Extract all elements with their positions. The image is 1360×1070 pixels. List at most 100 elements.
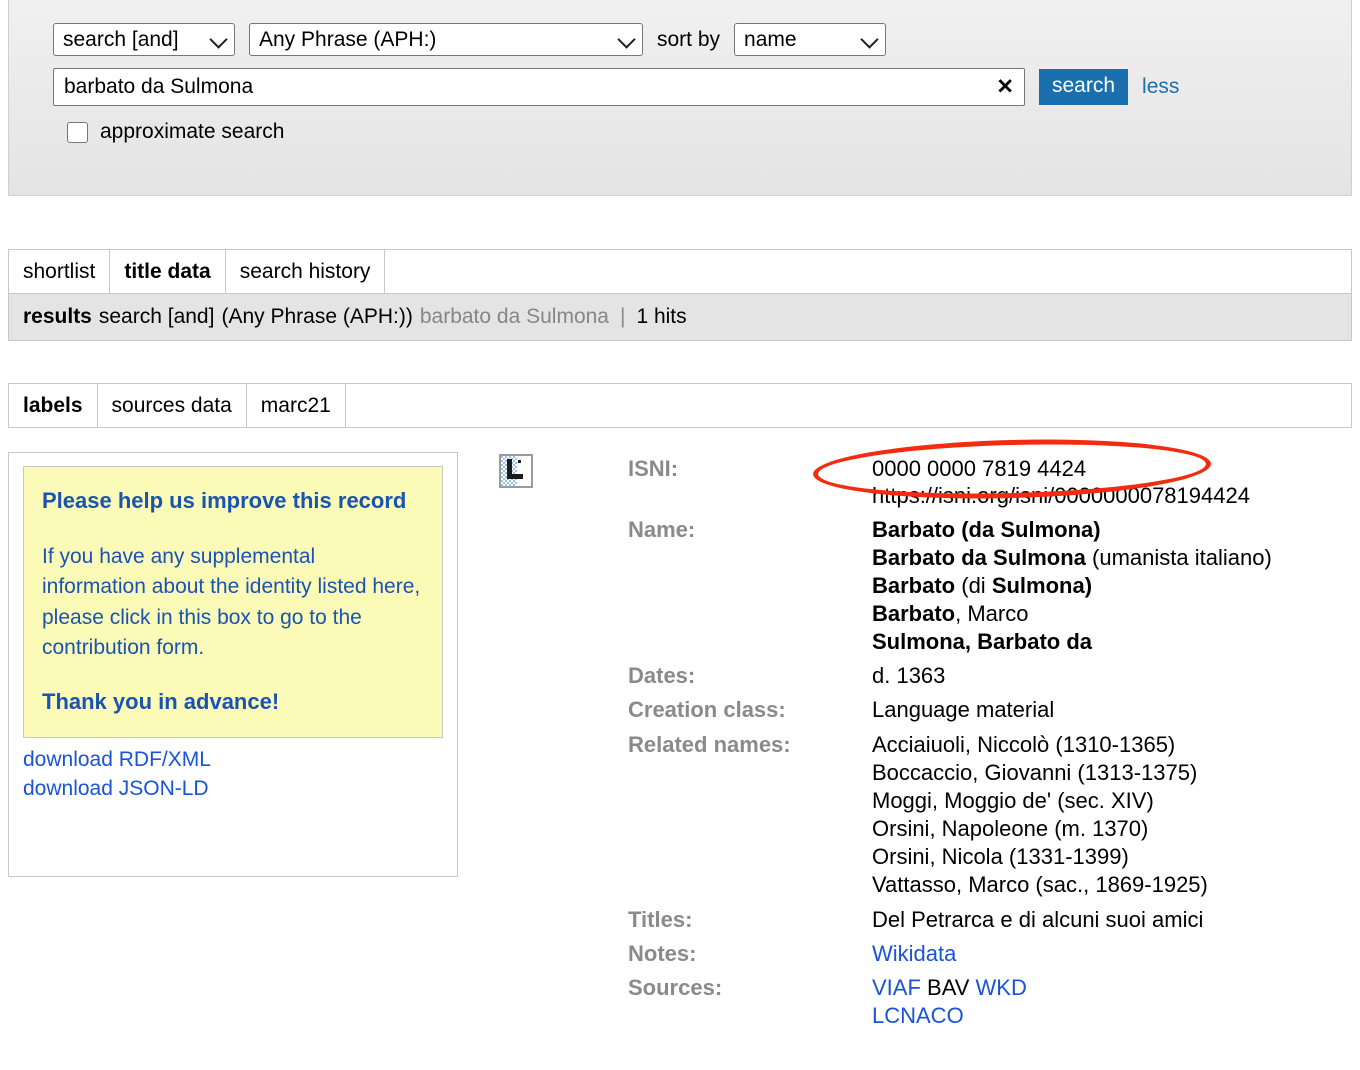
sort-by-label: sort by [657,27,721,51]
primary-tabstrip: shortlist title data search history [8,249,1352,294]
field-value-dates: d. 1363 [872,663,946,689]
search-query-row: ✕ search less [53,68,1179,106]
search-field-value: Any Phrase (APH:) [259,27,437,51]
name-segment: Barbato da Sulmona [872,544,1086,570]
name-segment: Barbato [872,572,956,598]
search-field-select[interactable]: Any Phrase (APH:) [249,23,643,56]
field-dates: Dates: d. 1363 [628,662,1358,690]
isni-number: 0000 0000 7819 4424 [872,456,1087,481]
field-isni: ISNI: 0000 0000 7819 4424 https://isni.o… [628,455,1358,510]
callout-body: If you have any supplemental information… [42,545,421,659]
tab-title-data[interactable]: title data [110,250,226,293]
tab-search-history[interactable]: search history [226,250,386,293]
tab-shortlist[interactable]: shortlist [9,250,111,293]
results-operator: search [and] [98,305,215,328]
tabstrip-filler [385,250,1351,293]
search-input-wrapper: ✕ [53,68,1025,106]
field-label-isni: ISNI: [628,456,679,481]
related-name-item: Vattasso, Marco (sac., 1869-1925) [872,872,1208,898]
related-name-item: Orsini, Napoleone (m. 1370) [872,816,1149,842]
field-label-name: Name: [628,516,696,542]
name-segment: (umanista italiano) [1085,544,1272,570]
source-wkd-link[interactable]: WKD [976,975,1027,1000]
field-label-titles: Titles: [628,906,693,932]
record-detail: ISNI: 0000 0000 7819 4424 https://isni.o… [628,455,1358,1036]
approximate-search-checkbox[interactable] [67,121,88,143]
callout-thanks: Thank you in advance! [42,689,280,715]
related-name-item: Boccaccio, Giovanni (1313-1375) [872,759,1198,785]
name-segment: (di [955,572,992,598]
name-variant: Barbato (da Sulmona) [872,516,1272,544]
sources-line: VIAF BAV WKD [872,974,1027,1002]
tab-marc21[interactable]: marc21 [247,384,346,427]
notes-wikidata-link[interactable]: Wikidata [872,941,956,966]
source-viaf-link[interactable]: VIAF [872,975,921,1000]
field-sources: Sources: VIAF BAV WKD LCNACO [628,974,1358,1030]
source-lcnaco-link[interactable]: LCNACO [872,1003,964,1028]
contribution-callout-box[interactable]: Please help us improve this record If yo… [23,466,443,739]
field-value-sources: VIAF BAV WKD LCNACO [872,974,1027,1030]
search-panel: search [and] Any Phrase (APH:) sort by n… [8,0,1352,196]
search-operator-select[interactable]: search [and] [53,23,235,56]
search-options-row: search [and] Any Phrase (APH:) sort by n… [53,23,887,56]
tab-sources-data[interactable]: sources data [98,384,247,427]
name-variant: Barbato da Sulmona (umanista italiano) [872,544,1272,572]
sources-line: LCNACO [872,1002,1027,1030]
name-segment: , Marco [955,601,1029,627]
download-rdfxml-link[interactable]: download RDF/XML [23,746,457,775]
results-bar: results search [and] (Any Phrase (APH:))… [8,294,1352,341]
field-value-titles: Del Petrarca e di alcuni suoi amici [872,906,1204,932]
field-name: Name: Barbato (da Sulmona) Barbato da Sul… [628,516,1358,657]
source-bav-label: BAV [927,974,970,1000]
callout-heading: Please help us improve this record [42,488,407,513]
name-segment: Barbato (da Sulmona) [872,516,1101,542]
field-notes: Notes: Wikidata [628,940,1358,968]
name-variant: Barbato, Marco [872,600,1272,628]
sort-by-select[interactable]: name [734,23,887,56]
tabstrip-filler [346,384,1351,427]
field-value-notes: Wikidata [872,940,956,968]
approximate-search-label: approximate search [100,120,285,143]
results-label: results [23,305,92,328]
download-jsonld-link[interactable]: download JSON-LD [23,775,457,804]
field-value-related-names: Acciaiuoli, Niccolò (1310-1365) Boccaccio… [872,731,1208,900]
identity-thumbnail-glyph [501,456,531,486]
field-label-notes: Notes: [628,940,697,966]
page-root: search [and] Any Phrase (APH:) sort by n… [0,0,1360,1070]
approximate-search-row: approximate search [67,120,284,144]
search-operator-value: search [and] [63,27,179,51]
secondary-tabstrip: labels sources data marc21 [8,383,1352,428]
field-creation-class: Creation class: Language material [628,696,1358,724]
field-label-creation-class: Creation class: [628,697,786,723]
field-value-creation-class: Language material [872,697,1055,723]
name-segment: Sulmona, Barbato da [872,629,1093,655]
search-input[interactable] [53,68,1025,106]
name-segment: Sulmona) [991,572,1093,598]
name-variant: Barbato (di Sulmona) [872,572,1272,600]
results-hits: 1 hits [636,305,687,328]
name-variant: Sulmona, Barbato da [872,628,1272,656]
help-and-downloads-panel: Please help us improve this record If yo… [8,452,458,877]
chevron-down-icon [209,29,228,49]
chevron-down-icon [860,29,879,49]
less-link[interactable]: less [1142,75,1179,99]
related-name-item: Moggi, Moggio de' (sec. XIV) [872,787,1154,813]
field-related-names: Related names: Acciaiuoli, Niccolò (1310… [628,731,1358,900]
clear-search-icon[interactable]: ✕ [996,77,1014,98]
field-value-name: Barbato (da Sulmona) Barbato da Sulmona (… [872,516,1272,657]
isni-url: https://isni.org/isni/0000000078194424 [872,483,1250,509]
field-titles: Titles: Del Petrarca e di alcuni suoi am… [628,906,1358,934]
tab-labels[interactable]: labels [9,384,98,427]
related-name-item: Acciaiuoli, Niccolò (1310-1365) [872,731,1176,757]
results-query: barbato da Sulmona [419,305,609,328]
name-segment: Barbato [872,601,956,627]
chevron-down-icon [617,29,636,49]
search-button[interactable]: search [1039,69,1129,105]
related-name-item: Orsini, Nicola (1331-1399) [872,844,1129,870]
field-value-isni: 0000 0000 7819 4424 https://isni.org/isn… [872,455,1250,510]
results-field: (Any Phrase (APH:)) [221,305,413,328]
sort-by-value: name [744,27,797,51]
field-label-sources: Sources: [628,974,723,1000]
identity-thumbnail-icon[interactable] [499,454,533,488]
field-label-related-names: Related names: [628,731,791,757]
